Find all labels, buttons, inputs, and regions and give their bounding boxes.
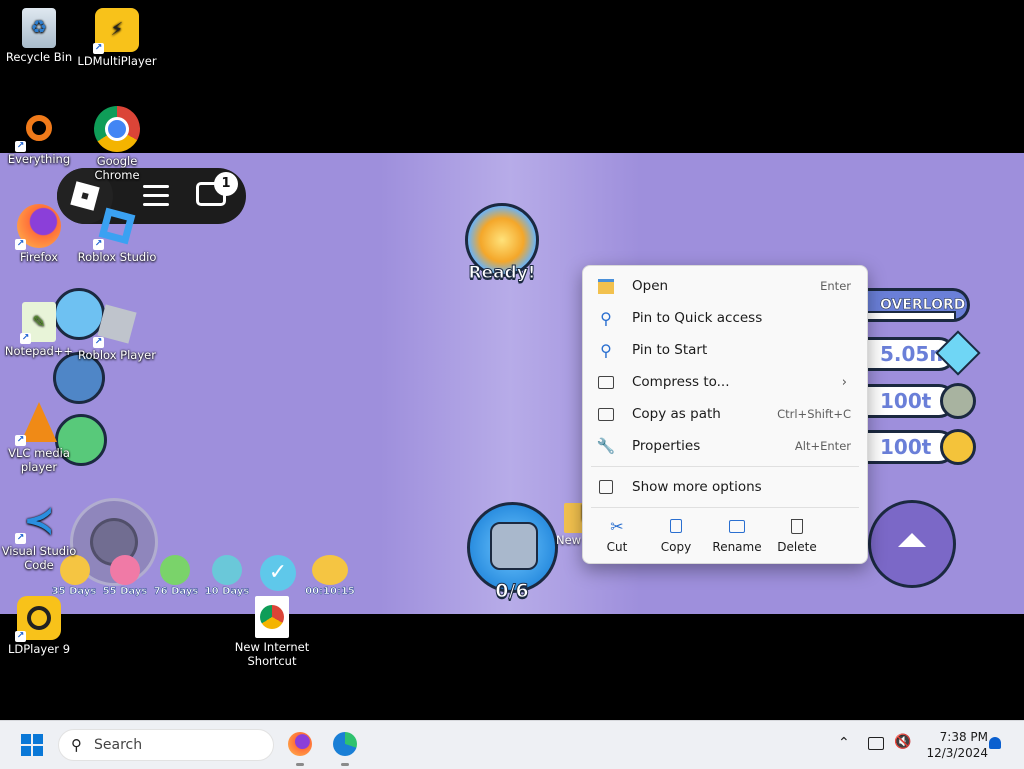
everything-search-icon: ↗ (15, 106, 61, 152)
desktop-icon-roblox-studio[interactable]: ↗ Roblox Studio (74, 204, 160, 264)
menu-item-compress[interactable]: Compress to... › (591, 367, 859, 397)
rename-icon (707, 516, 767, 536)
menu-separator (591, 507, 859, 508)
desktop-icon-recycle-bin[interactable]: ♻ Recycle Bin (0, 8, 82, 64)
trash-icon (767, 516, 827, 536)
pin-icon: ⚲ (600, 308, 612, 328)
potion-timers: ✓ 35 Days 55 Days 76 Days 10 Days 00:10:… (50, 555, 360, 600)
ldplayer-icon: ↗ (15, 596, 61, 642)
desktop-icon-new-folder[interactable]: New (556, 503, 584, 563)
timer-label: 76 Days (153, 586, 199, 598)
action-delete[interactable]: Delete (767, 516, 827, 554)
chat-notification-badge: 1 (214, 172, 238, 196)
taskbar-app-indicator (341, 763, 349, 766)
network-icon[interactable] (868, 737, 884, 750)
folder-icon (564, 503, 584, 533)
desktop-icon-notepadpp[interactable]: ✎ ↗ Notepad++ (0, 302, 82, 358)
menu-item-show-more-options[interactable]: Show more options (591, 472, 859, 502)
clock-date: 12/3/2024 (926, 746, 988, 760)
external-link-icon (597, 478, 615, 496)
roblox-studio-icon: ↗ (93, 204, 139, 250)
paw-coin-icon (940, 383, 976, 419)
potion-2[interactable] (110, 555, 140, 585)
gift-label: Ready! (468, 263, 536, 284)
currency-1-value: 100t (880, 389, 932, 413)
taskbar: ⚲ Search ⌃ 🔇 7:38 PM 12/3/2024 (0, 720, 1024, 769)
notification-bell-icon[interactable] (989, 737, 1001, 749)
firefox-icon: ↗ (15, 204, 61, 250)
chevron-right-icon: › (841, 374, 847, 390)
checkmark-badge-icon[interactable]: ✓ (260, 555, 296, 591)
zip-folder-icon (597, 373, 615, 391)
ldmultiplayer-icon: ⚡ ↗ (93, 8, 139, 54)
pin-icon: ⚲ (600, 340, 612, 360)
menu-item-pin-start[interactable]: ⚲ Pin to Start (591, 335, 859, 365)
desktop-icon-everything[interactable]: ↗ Everything (0, 106, 82, 166)
windows-start-icon[interactable] (21, 734, 43, 756)
up-arrow-icon (898, 533, 926, 547)
internet-shortcut-icon (255, 596, 289, 638)
currency-2-value: 100t (880, 435, 932, 459)
recycle-bin-icon: ♻ (22, 8, 56, 48)
taskbar-search-box[interactable]: ⚲ Search (58, 729, 274, 761)
desktop-icon-firefox[interactable]: ↗ Firefox (0, 204, 82, 264)
desktop-icon-internet-shortcut[interactable]: New Internet Shortcut (229, 596, 315, 668)
open-icon (597, 277, 615, 295)
potion-6[interactable] (312, 555, 348, 585)
potion-3[interactable] (160, 555, 190, 585)
pet-cat-icon (490, 522, 538, 570)
timer-label: 55 Days (102, 586, 148, 598)
taskbar-app-indicator (296, 763, 304, 766)
search-icon: ⚲ (71, 736, 82, 754)
gold-coin-icon (940, 429, 976, 465)
rank-progress (866, 311, 956, 321)
desktop-icon-vlc[interactable]: ↗ VLC media player (0, 400, 82, 474)
action-cut[interactable]: ✂ Cut (587, 516, 647, 555)
potion-4[interactable] (212, 555, 242, 585)
show-hidden-icons-chevron-up-icon[interactable]: ⌃ (838, 735, 850, 751)
copy-path-icon (597, 405, 615, 423)
clock[interactable]: 7:38 PM 12/3/2024 (916, 729, 988, 761)
vlc-icon: ↗ (15, 400, 61, 446)
action-copy[interactable]: Copy (646, 516, 706, 554)
jump-button[interactable] (868, 500, 956, 588)
action-rename[interactable]: Rename (707, 516, 767, 554)
menu-separator (591, 466, 859, 467)
pet-counter: 0/6 (495, 580, 529, 603)
notepadpp-icon: ✎ ↗ (20, 302, 56, 344)
wrench-icon: 🔧 (596, 437, 616, 455)
copy-icon (646, 516, 706, 536)
taskbar-edge-icon[interactable] (333, 732, 357, 756)
context-menu: Open Enter ⚲ Pin to Quick access ⚲ Pin t… (582, 265, 868, 564)
desktop-icon-roblox-player[interactable]: ↗ Roblox Player (74, 302, 160, 362)
menu-item-open[interactable]: Open Enter (591, 271, 859, 301)
taskbar-firefox-icon[interactable] (288, 732, 312, 756)
vscode-icon: ≺ ↗ (15, 498, 55, 544)
clock-time: 7:38 PM (939, 730, 988, 744)
desktop-icon-vscode[interactable]: ≺ ↗ Visual Studio Code (0, 498, 82, 572)
chrome-icon (94, 106, 140, 152)
menu-item-pin-quick-access[interactable]: ⚲ Pin to Quick access (591, 303, 859, 333)
menu-item-properties[interactable]: 🔧 Properties Alt+Enter (591, 431, 859, 461)
desktop-icon-ldmultiplayer[interactable]: ⚡ ↗ LDMultiPlayer (74, 8, 160, 68)
desktop-icon-ldplayer[interactable]: ↗ LDPlayer 9 (0, 596, 82, 656)
menu-item-copy-as-path[interactable]: Copy as path Ctrl+Shift+C (591, 399, 859, 429)
desktop-icon-chrome[interactable]: Google Chrome (74, 106, 160, 182)
volume-muted-icon[interactable]: 🔇 (894, 734, 911, 750)
roblox-player-icon: ↗ (93, 302, 139, 348)
scissors-icon: ✂ (610, 516, 624, 536)
